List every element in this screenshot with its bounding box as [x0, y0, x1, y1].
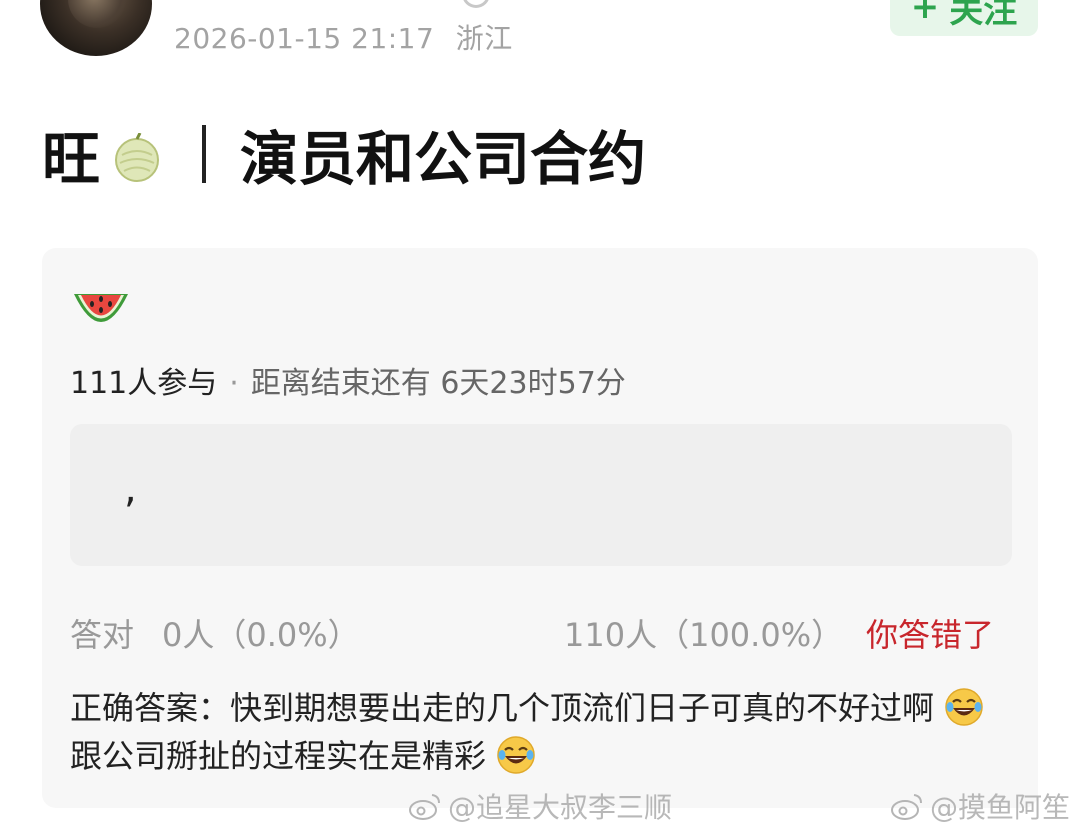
laughing-tears-emoji-icon	[944, 687, 984, 727]
answer-option[interactable]: ,	[70, 424, 1012, 566]
correct-label: 答对	[70, 616, 135, 654]
weibo-icon	[890, 791, 924, 821]
wrong-count: 110人（100.0%）	[564, 616, 844, 654]
avatar[interactable]	[40, 0, 152, 56]
post-location: 浙江	[455, 22, 513, 55]
verified-badge-icon	[462, 0, 490, 8]
explanation-text-1: 正确答案：快到期想要出走的几个顶流们日子可真的不好过啊	[70, 689, 935, 727]
explanation-text-2: 跟公司掰扯的过程实在是精彩	[70, 737, 487, 775]
plus-icon: +	[910, 0, 940, 27]
title-prefix: 旺	[42, 125, 101, 193]
time-remaining: 距离结束还有 6天23时57分	[250, 366, 626, 401]
laughing-tears-emoji-icon	[496, 735, 536, 775]
quiz-card: 111人参与 · 距离结束还有 6天23时57分 , 答对 0人（0.0%） 110…	[42, 248, 1038, 808]
post-meta: 2026-01-15 21:17 浙江	[174, 17, 513, 57]
correct-count: 0人（0.0%）	[162, 616, 360, 654]
post-timestamp: 2026-01-15 21:17	[174, 22, 435, 55]
post-page: 2026-01-15 21:17 浙江 + 关注 旺 演员和公司合约 111人参…	[0, 0, 1079, 832]
follow-button[interactable]: + 关注	[890, 0, 1038, 36]
title-text: 演员和公司合约	[240, 125, 647, 193]
stats-separator: ·	[229, 366, 239, 401]
title-divider	[202, 125, 207, 183]
watermark-right: @摸鱼阿笙	[890, 786, 1070, 826]
watermark-left: @追星大叔李三顺	[408, 786, 672, 826]
melon-icon	[112, 129, 162, 182]
weibo-icon	[408, 791, 442, 821]
watermark-right-text: @摸鱼阿笙	[930, 791, 1071, 824]
answer-option-text: ,	[124, 466, 137, 512]
participant-count: 111人参与	[70, 366, 218, 401]
correct-answer-explanation: 正确答案：快到期想要出走的几个顶流们日子可真的不好过啊 跟公司掰扯的过程实在是精…	[70, 684, 1000, 780]
follow-label: 关注	[949, 0, 1018, 31]
quiz-stats: 111人参与 · 距离结束还有 6天23时57分	[70, 358, 626, 402]
watermark-left-text: @追星大叔李三顺	[448, 791, 673, 824]
post-title: 旺 演员和公司合约	[42, 112, 646, 196]
wrong-answer-label: 你答错了	[866, 616, 995, 654]
watermelon-icon	[72, 288, 130, 336]
